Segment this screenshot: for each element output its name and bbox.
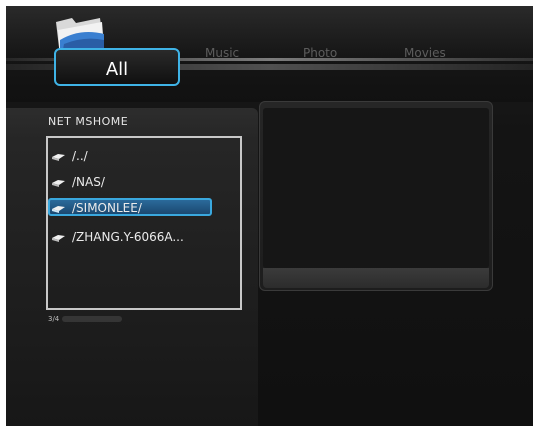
tab-music[interactable]: Music [205, 46, 239, 60]
tab-photo[interactable]: Photo [303, 46, 337, 60]
list-item[interactable]: /ZHANG.Y-6066A... [50, 227, 184, 247]
list-item-selected[interactable]: /SIMONLEE/ [50, 198, 142, 218]
page-indicator: 3/4 [48, 315, 60, 323]
list-item-label: /NAS/ [72, 175, 105, 189]
list-item[interactable]: /NAS/ [50, 172, 105, 192]
network-drive-icon [52, 206, 65, 213]
location-label: NET MSHOME [48, 115, 129, 128]
tab-all[interactable]: All [54, 48, 180, 86]
network-drive-icon [52, 235, 65, 242]
list-item[interactable]: /../ [50, 146, 88, 166]
tab-all-label: All [105, 59, 129, 80]
network-drive-icon [52, 180, 65, 187]
list-item-label: /ZHANG.Y-6066A... [72, 230, 184, 244]
network-drive-icon [52, 154, 65, 161]
page-indicator-bar [62, 316, 122, 322]
tab-movies[interactable]: Movies [404, 46, 446, 60]
list-item-label: /SIMONLEE/ [72, 201, 142, 215]
preview-info-bar [263, 268, 489, 288]
list-item-label: /../ [72, 149, 88, 163]
preview-area [263, 108, 489, 268]
